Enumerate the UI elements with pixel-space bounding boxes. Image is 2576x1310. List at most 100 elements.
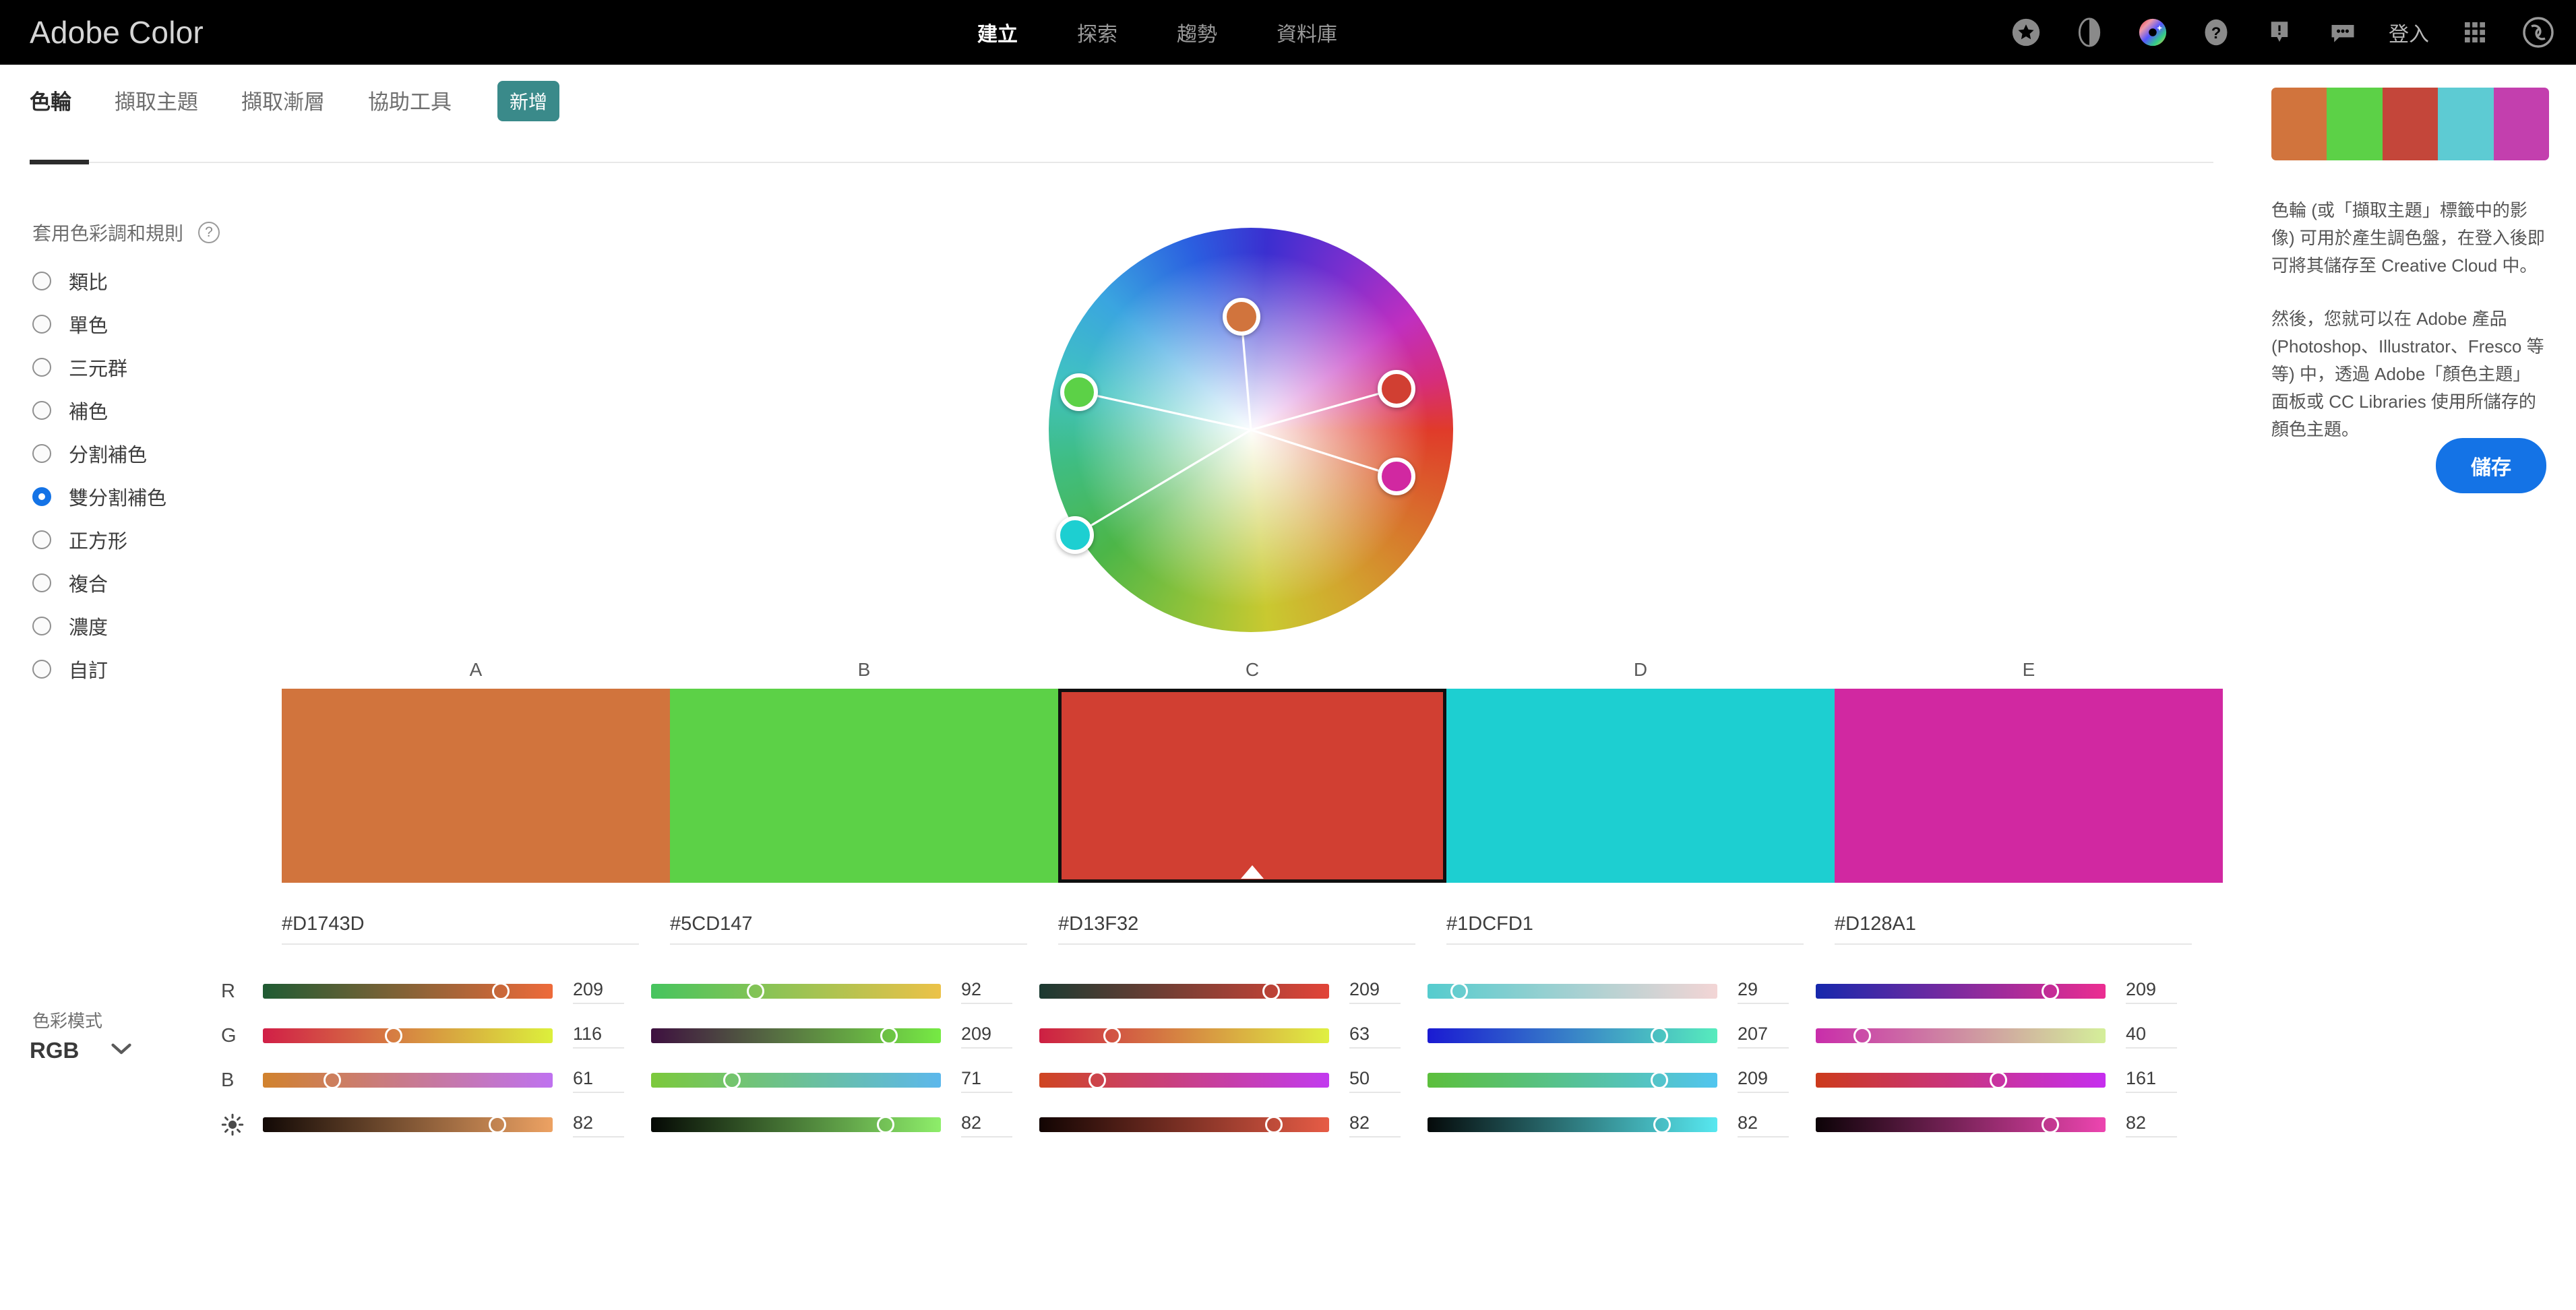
slider-knob-brightness[interactable] [1265,1116,1283,1133]
swatch-a[interactable] [282,689,670,883]
slider-value-brightness[interactable]: 82 [1738,1113,1789,1137]
slider-knob-g[interactable] [1853,1027,1871,1044]
harmony-rule-split-complementary[interactable]: 分割補色 [32,432,166,475]
hex-input-a[interactable]: #D1743D [282,913,639,945]
slider-track-brightness[interactable] [1039,1116,1329,1133]
radio-indicator[interactable] [32,401,51,420]
wheel-handle-d[interactable] [1056,516,1094,554]
slider-value-b[interactable]: 209 [1738,1068,1789,1093]
swatch-e[interactable] [1835,689,2223,883]
slider-track-g[interactable] [263,1027,553,1044]
swatch-b[interactable] [670,689,1058,883]
radio-indicator[interactable] [32,315,51,334]
radio-indicator[interactable] [32,358,51,377]
hex-input-d[interactable]: #1DCFD1 [1446,913,1804,945]
slider-track-g[interactable] [1816,1027,2106,1044]
slider-knob-brightness[interactable] [1653,1116,1672,1133]
wheel-handle-c[interactable] [1378,369,1415,408]
slider-track-b[interactable] [1428,1071,1717,1089]
slider-value-b[interactable]: 161 [2126,1068,2177,1093]
slider-track-r[interactable] [1428,982,1717,1000]
harmony-rule-square[interactable]: 正方形 [32,518,166,561]
hex-input-e[interactable]: #D128A1 [1835,913,2192,945]
slider-knob-g[interactable] [384,1027,402,1044]
slider-knob-r[interactable] [746,982,764,1000]
nav-item-explore[interactable]: 探索 [1077,18,1117,47]
creative-cloud-icon[interactable] [2521,15,2556,50]
tab-color-wheel[interactable]: 色輪 [30,85,71,118]
slider-track-g[interactable] [651,1027,941,1044]
notification-icon[interactable] [2262,15,2297,50]
slider-value-brightness[interactable]: 82 [961,1113,1012,1137]
slider-track-b[interactable] [1039,1071,1329,1089]
slider-track-brightness[interactable] [263,1116,553,1133]
slider-track-r[interactable] [651,982,941,1000]
harmony-rule-shades[interactable]: 濃度 [32,604,166,648]
slider-track-r[interactable] [263,982,553,1000]
slider-knob-g[interactable] [880,1027,898,1044]
color-wheel[interactable] [1049,228,1453,632]
harmony-rule-triad[interactable]: 三元群 [32,346,166,389]
wheel-handle-a[interactable] [1222,298,1260,336]
radio-indicator-selected[interactable] [32,487,51,506]
app-brand[interactable]: Adobe Color [30,14,204,51]
save-button[interactable]: 儲存 [2436,438,2546,493]
slider-knob-b[interactable] [324,1071,342,1089]
slider-track-b[interactable] [651,1071,941,1089]
slider-value-g[interactable]: 207 [1738,1024,1789,1049]
slider-value-r[interactable]: 29 [1738,979,1789,1004]
slider-track-r[interactable] [1039,982,1329,1000]
wheel-handle-b[interactable] [1060,373,1098,411]
radio-indicator[interactable] [32,272,51,290]
slider-track-brightness[interactable] [1428,1116,1717,1133]
wheel-handle-e[interactable] [1378,458,1415,495]
sign-in-link[interactable]: 登入 [2389,18,2429,47]
harmony-rule-monochromatic[interactable]: 單色 [32,303,166,346]
slider-value-b[interactable]: 61 [573,1068,624,1093]
slider-value-r[interactable]: 92 [961,979,1012,1004]
slider-knob-b[interactable] [1989,1071,2007,1089]
slider-value-brightness[interactable]: 82 [573,1113,624,1137]
tab-accessibility-tools[interactable]: 協助工具 [368,85,452,118]
slider-knob-g[interactable] [1651,1027,1668,1044]
slider-knob-b[interactable] [1088,1071,1106,1089]
harmony-rule-compound[interactable]: 複合 [32,561,166,604]
swatch-c-selected[interactable] [1058,689,1446,883]
harmony-rule-complementary[interactable]: 補色 [32,389,166,432]
theme-contrast-icon[interactable] [2072,15,2107,50]
slider-track-g[interactable] [1039,1027,1329,1044]
slider-value-g[interactable]: 63 [1349,1024,1401,1049]
slider-value-g[interactable]: 40 [2126,1024,2177,1049]
tab-extract-gradient[interactable]: 擷取漸層 [241,85,325,118]
slider-value-g[interactable]: 116 [573,1024,624,1049]
slider-knob-brightness[interactable] [489,1116,507,1133]
nav-item-create[interactable]: 建立 [977,18,1018,47]
swatch-d[interactable] [1446,689,1835,883]
radio-indicator[interactable] [32,444,51,463]
slider-value-b[interactable]: 50 [1349,1068,1401,1093]
harmony-rule-analogous[interactable]: 類比 [32,259,166,303]
nav-item-libraries[interactable]: 資料庫 [1277,18,1337,47]
slider-track-brightness[interactable] [651,1116,941,1133]
slider-knob-brightness[interactable] [2042,1116,2060,1133]
nav-item-trends[interactable]: 趨勢 [1177,18,1217,47]
slider-value-r[interactable]: 209 [573,979,624,1004]
radio-indicator[interactable] [32,530,51,549]
color-wheel-icon[interactable] [2135,15,2170,50]
radio-indicator[interactable] [32,660,51,679]
slider-value-g[interactable]: 209 [961,1024,1012,1049]
slider-track-brightness[interactable] [1816,1116,2106,1133]
tab-extract-theme[interactable]: 擷取主題 [115,85,198,118]
app-grid-icon[interactable] [2457,15,2492,50]
harmony-rule-double-split-complementary[interactable]: 雙分割補色 [32,475,166,518]
slider-value-brightness[interactable]: 82 [2126,1113,2177,1137]
hex-input-c[interactable]: #D13F32 [1058,913,1415,945]
slider-knob-brightness[interactable] [877,1116,895,1133]
radio-indicator[interactable] [32,617,51,635]
slider-track-r[interactable] [1816,982,2106,1000]
harmony-rule-custom[interactable]: 自訂 [32,648,166,691]
help-circle-icon[interactable]: ? [198,222,220,243]
slider-knob-r[interactable] [2042,982,2060,1000]
help-icon[interactable]: ? [2199,15,2234,50]
color-mode-select[interactable]: RGB [30,1038,131,1063]
